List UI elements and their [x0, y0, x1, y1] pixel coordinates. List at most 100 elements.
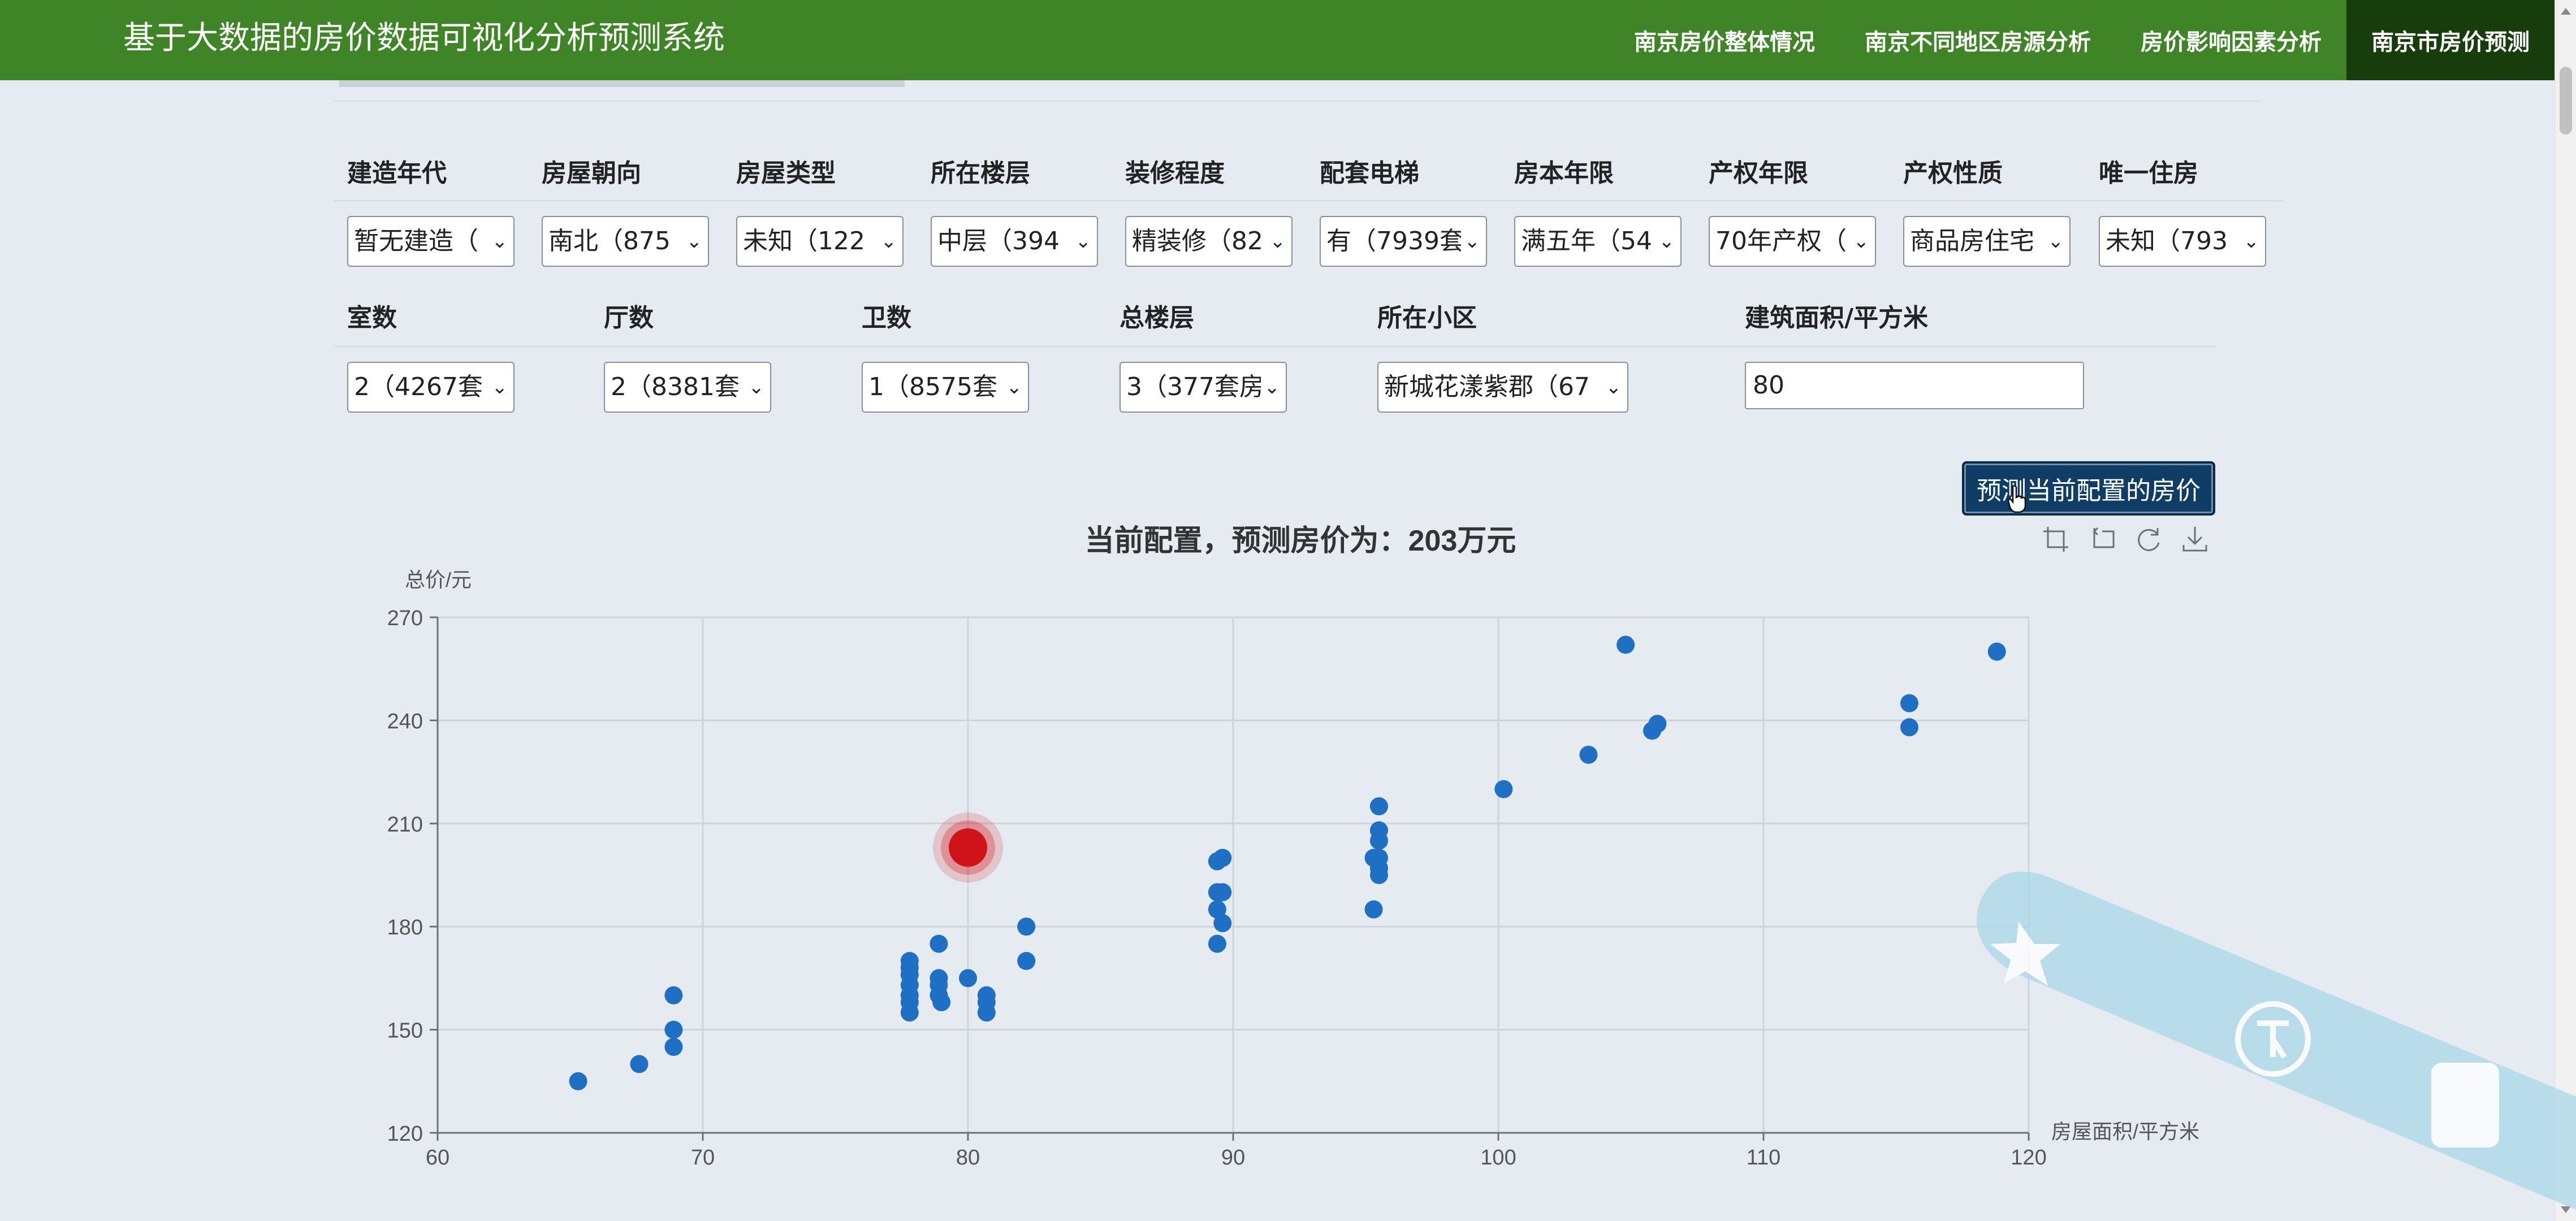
chevron-down-icon: ⌄: [686, 230, 703, 253]
hand-cursor-icon: [2007, 485, 2026, 513]
chevron-down-icon: ⌄: [1605, 376, 1622, 399]
label-property-type: 产权性质: [1903, 159, 2003, 188]
scroll-up-arrow-icon[interactable]: [2561, 8, 2571, 15]
select-baths[interactable]: 1（8575套 ⌄: [862, 362, 1029, 413]
select-value: 有（7939套: [1326, 227, 1461, 256]
label-rooms: 室数: [347, 304, 397, 332]
data-point[interactable]: [1648, 715, 1667, 733]
y-tick-label: 240: [387, 709, 423, 733]
data-point[interactable]: [1369, 832, 1388, 850]
data-point[interactable]: [959, 969, 977, 988]
data-point[interactable]: [1017, 917, 1036, 936]
select-property-term[interactable]: 70年产权（ ⌄: [1709, 216, 1876, 267]
label-halls: 厅数: [604, 304, 654, 332]
nav-item-district[interactable]: 南京不同地区房源分析: [1840, 0, 2116, 80]
select-orientation[interactable]: 南北（875 ⌄: [542, 216, 709, 267]
panel-header-remnant: [334, 80, 2262, 102]
area-input[interactable]: 80: [1745, 362, 2084, 409]
chevron-down-icon: ⌄: [1269, 230, 1286, 253]
select-halls[interactable]: 2（8381套 ⌄: [604, 362, 771, 413]
select-rooms[interactable]: 2（4267套 ⌄: [347, 362, 515, 413]
restore-icon[interactable]: [2134, 525, 2163, 554]
select-ownership-years[interactable]: 满五年（54 ⌄: [1514, 216, 1682, 267]
vertical-scrollbar[interactable]: [2555, 0, 2576, 1221]
chevron-down-icon: ⌄: [1264, 376, 1281, 399]
y-axis-label: 总价/元: [405, 568, 472, 591]
select-total-floors[interactable]: 3（377套房 ⌄: [1120, 362, 1287, 413]
select-value: 2（4267套: [354, 373, 483, 401]
label-build-year: 建造年代: [347, 159, 447, 188]
scroll-down-arrow-icon[interactable]: [2561, 1206, 2571, 1213]
select-house-type[interactable]: 未知（122 ⌄: [736, 216, 904, 267]
scrollbar-thumb[interactable]: [2560, 67, 2572, 135]
data-point[interactable]: [1579, 746, 1598, 764]
download-icon[interactable]: [2180, 525, 2210, 554]
data-point[interactable]: [1900, 694, 1918, 712]
data-point[interactable]: [932, 993, 951, 1011]
data-point[interactable]: [900, 1003, 919, 1022]
select-value: 中层（394: [937, 227, 1060, 256]
chevron-down-icon: ⌄: [1464, 230, 1481, 253]
data-point[interactable]: [1369, 866, 1388, 884]
predict-button[interactable]: 预测当前配置的房价: [1962, 461, 2215, 516]
zoom-icon[interactable]: [2041, 525, 2071, 554]
y-tick-label: 270: [387, 607, 423, 630]
data-point[interactable]: [1213, 914, 1232, 933]
watermark-logo: [1977, 871, 2576, 1210]
select-community[interactable]: 新城花漾紫郡（67 ⌄: [1377, 362, 1628, 413]
x-tick-label: 70: [691, 1146, 715, 1170]
chart-title: 当前配置，预测房价为：203万元: [1084, 525, 1516, 557]
select-value: 精装修（82: [1132, 227, 1263, 256]
data-point[interactable]: [1208, 934, 1226, 953]
nav-item-overall[interactable]: 南京房价整体情况: [1609, 0, 1840, 80]
data-point[interactable]: [1617, 635, 1635, 654]
data-point[interactable]: [1017, 952, 1036, 970]
select-decoration[interactable]: 精装修（82 ⌄: [1125, 216, 1293, 267]
nav-item-prediction[interactable]: 南京市房价预测: [2346, 0, 2555, 80]
data-point[interactable]: [664, 986, 683, 1004]
data-point[interactable]: [1369, 797, 1388, 816]
data-point[interactable]: [930, 934, 948, 953]
select-value: 70年产权（: [1715, 227, 1847, 256]
data-point[interactable]: [1987, 642, 2006, 661]
data-point[interactable]: [977, 1003, 996, 1022]
chevron-down-icon: ⌄: [2047, 230, 2064, 253]
y-tick-label: 150: [387, 1019, 423, 1043]
chevron-down-icon: ⌄: [1075, 230, 1092, 253]
x-axis-label: 房屋面积/平方米: [2051, 1120, 2199, 1143]
form-row2-divider: [334, 346, 2216, 347]
label-baths: 卫数: [862, 304, 911, 332]
data-point[interactable]: [1364, 900, 1383, 919]
data-point[interactable]: [664, 1020, 683, 1039]
data-point[interactable]: [569, 1072, 587, 1090]
data-point[interactable]: [1213, 883, 1232, 902]
zoom-reset-icon[interactable]: [2087, 525, 2117, 554]
select-value: 2（8381套: [611, 373, 740, 401]
select-value: 未知（793: [2106, 227, 2228, 256]
chevron-down-icon: ⌄: [491, 376, 508, 399]
select-property-type[interactable]: 商品房住宅 ⌄: [1903, 216, 2071, 267]
select-value: 商品房住宅: [1910, 227, 2034, 256]
data-point[interactable]: [664, 1038, 683, 1056]
select-value: 新城花漾紫郡（67: [1384, 373, 1590, 401]
label-floor-level: 所在楼层: [931, 159, 1030, 188]
select-build-year[interactable]: 暂无建造（ ⌄: [347, 216, 515, 267]
select-only-home[interactable]: 未知（793 ⌄: [2099, 216, 2266, 267]
data-point[interactable]: [1213, 848, 1232, 867]
chevron-down-icon: ⌄: [1853, 230, 1870, 253]
select-value: 暂无建造（: [354, 227, 478, 256]
x-tick-label: 60: [426, 1146, 449, 1170]
chevron-down-icon: ⌄: [491, 230, 508, 253]
select-elevator[interactable]: 有（7939套 ⌄: [1320, 216, 1487, 267]
label-house-type: 房屋类型: [736, 159, 836, 188]
chevron-down-icon: ⌄: [2243, 230, 2260, 253]
nav-item-factors[interactable]: 房价影响因素分析: [2116, 0, 2346, 80]
data-point[interactable]: [1900, 718, 1918, 737]
data-point[interactable]: [1494, 780, 1513, 798]
nav-menu: 南京房价整体情况 南京不同地区房源分析 房价影响因素分析 南京市房价预测: [1609, 0, 2555, 80]
predicted-point[interactable]: [949, 828, 987, 867]
select-floor-level[interactable]: 中层（394 ⌄: [931, 216, 1098, 267]
data-point[interactable]: [630, 1055, 649, 1073]
select-value: 南北（875: [548, 227, 671, 256]
y-tick-label: 180: [387, 916, 423, 939]
